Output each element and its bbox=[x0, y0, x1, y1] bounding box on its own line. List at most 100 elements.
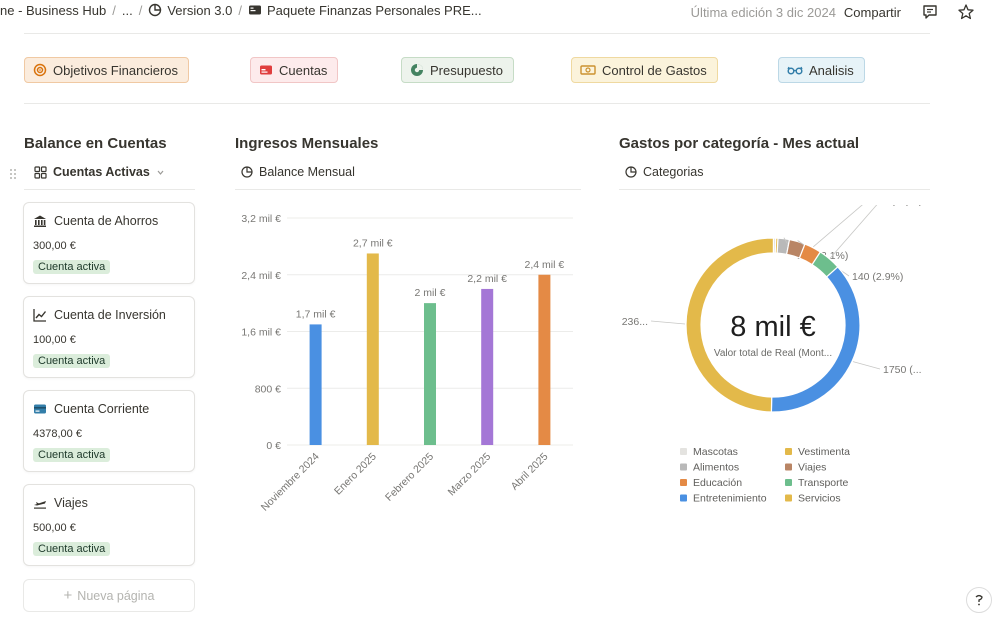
slice-label: 200 (4... bbox=[884, 205, 923, 207]
slice-label: 236... bbox=[622, 316, 648, 328]
drag-handle-icon[interactable] bbox=[9, 168, 17, 180]
bar-data-label: 2,7 mil € bbox=[353, 237, 393, 249]
divider bbox=[24, 33, 930, 34]
bar[interactable] bbox=[481, 288, 494, 445]
view-tab-balance-mensual[interactable]: Balance Mensual bbox=[241, 165, 355, 179]
card-icon bbox=[260, 65, 272, 75]
view-tab-categorias[interactable]: Categorias bbox=[625, 165, 703, 179]
legend-label[interactable]: Transporte bbox=[798, 477, 849, 489]
star-icon[interactable] bbox=[957, 3, 975, 21]
plus-icon: + bbox=[63, 587, 73, 604]
bar[interactable] bbox=[424, 303, 436, 445]
slice-label: 1750 (... bbox=[883, 364, 922, 376]
status-badge: Cuenta activa bbox=[33, 542, 111, 556]
donut-total-value: 8 mil € bbox=[730, 311, 815, 343]
chevron-down-icon bbox=[157, 170, 164, 175]
breadcrumb-workspace[interactable]: ne - Business Hub bbox=[0, 3, 106, 18]
bar-data-label: 2,4 mil € bbox=[525, 259, 565, 271]
breadcrumb: ne - Business Hub / ... / Version 3.0 / … bbox=[0, 3, 482, 18]
slice-leader-line bbox=[852, 361, 881, 370]
nav-analisis[interactable]: Analisis bbox=[778, 57, 865, 83]
account-name: Cuenta de Inversión bbox=[54, 308, 166, 322]
status-badge: Cuenta activa bbox=[33, 260, 111, 274]
nav-label: Control de Gastos bbox=[602, 62, 707, 78]
new-page-label: Nueva página bbox=[77, 588, 155, 603]
breadcrumb-ellipsis[interactable]: ... bbox=[122, 3, 133, 18]
account-card-corriente[interactable]: Cuenta Corriente 4378,00 € Cuenta activa bbox=[23, 390, 195, 472]
legend-swatch bbox=[680, 463, 687, 471]
bar[interactable] bbox=[309, 324, 322, 445]
account-name: Cuenta Corriente bbox=[54, 402, 150, 416]
money-icon bbox=[580, 65, 596, 75]
nav-objetivos-financieros[interactable]: Objetivos Financieros bbox=[24, 57, 189, 83]
legend-label[interactable]: Educación bbox=[693, 477, 742, 489]
card-title: Cuenta Corriente bbox=[33, 402, 149, 416]
glasses-icon bbox=[787, 66, 803, 75]
income-bar-chart: 0 € 800 € 1,6 mil € 2,4 mil € 3,2 mil € 1,7 m… bbox=[241, 213, 573, 514]
card-title: Cuenta de Inversión bbox=[33, 308, 166, 322]
top-bar: ne - Business Hub / ... / Version 3.0 / … bbox=[0, 0, 1005, 22]
legend-label[interactable]: Vestimenta bbox=[798, 446, 850, 458]
slice-leader-line bbox=[813, 205, 863, 248]
legend-label[interactable]: Alimentos bbox=[693, 462, 739, 474]
view-tab-label: Cuentas Activas bbox=[53, 165, 150, 179]
x-tick-label: Enero 2025 bbox=[332, 451, 379, 498]
slice-leader-line bbox=[650, 320, 686, 325]
gallery-icon bbox=[34, 165, 47, 179]
nav-control-de-gastos[interactable]: Control de Gastos bbox=[571, 57, 718, 83]
nav-label: Presupuesto bbox=[430, 62, 503, 78]
breadcrumb-page-label: Paquete Finanzas Personales PRE... bbox=[267, 3, 482, 18]
help-button[interactable] bbox=[966, 587, 992, 613]
new-page-button[interactable]: + Nueva página bbox=[23, 579, 195, 612]
divider bbox=[24, 103, 930, 104]
view-tab-label: Balance Mensual bbox=[259, 165, 355, 179]
legend-swatch bbox=[785, 479, 792, 486]
legend-swatch bbox=[785, 448, 792, 455]
section-title-income: Ingresos Mensuales bbox=[235, 135, 379, 152]
legend-swatch bbox=[785, 463, 792, 471]
nav-presupuesto[interactable]: Presupuesto bbox=[401, 57, 514, 83]
account-value: 100,00 € bbox=[33, 334, 76, 346]
bank-icon bbox=[34, 215, 46, 227]
bar[interactable] bbox=[366, 253, 379, 445]
bar[interactable] bbox=[538, 274, 551, 445]
top-actions: Última edición 3 dic 2024 Compartir bbox=[691, 3, 975, 21]
legend-label[interactable]: Entretenimiento bbox=[693, 493, 767, 505]
legend-label[interactable]: Servicios bbox=[798, 493, 841, 505]
share-button[interactable]: Compartir bbox=[844, 5, 901, 20]
x-tick-label: Abril 2025 bbox=[509, 451, 551, 493]
nav-label: Objetivos Financieros bbox=[53, 62, 178, 78]
bar-data-label: 1,7 mil € bbox=[296, 308, 336, 320]
card-icon bbox=[249, 5, 261, 15]
account-name: Viajes bbox=[54, 496, 88, 510]
slice-label: 140 (2.9%) bbox=[852, 271, 903, 283]
view-tab-cuentas-activas[interactable]: Cuentas Activas bbox=[34, 165, 165, 179]
card-title: Cuenta de Ahorros bbox=[33, 214, 158, 228]
x-tick-label: Febrero 2025 bbox=[383, 451, 436, 504]
account-card-viajes[interactable]: Viajes 500,00 € Cuenta activa bbox=[23, 484, 195, 566]
breadcrumb-version[interactable]: Version 3.0 bbox=[148, 3, 232, 18]
expenses-donut-chart: 100 (2.1%)140 (2.9%)150 (3.2%)200 (4...1… bbox=[622, 205, 923, 505]
nav-label: Analisis bbox=[809, 62, 854, 78]
account-card-inversion[interactable]: Cuenta de Inversión 100,00 € Cuenta acti… bbox=[23, 296, 195, 378]
chart-view-icon bbox=[241, 166, 253, 178]
view-tab-label: Categorias bbox=[643, 165, 704, 179]
last-edited-text: Última edición 3 dic 2024 bbox=[690, 4, 836, 20]
breadcrumb-version-label: Version 3.0 bbox=[167, 3, 233, 18]
legend-swatch bbox=[680, 448, 687, 455]
legend-label[interactable]: Viajes bbox=[798, 462, 826, 474]
view-divider bbox=[24, 189, 195, 190]
breadcrumb-separator: / bbox=[238, 3, 242, 18]
comment-icon[interactable] bbox=[921, 3, 939, 21]
account-card-ahorros[interactable]: Cuenta de Ahorros 300,00 € Cuenta activa bbox=[23, 202, 195, 284]
breadcrumb-page[interactable]: Paquete Finanzas Personales PRE... bbox=[248, 3, 482, 18]
y-tick-label: 800 € bbox=[255, 383, 281, 395]
legend-label[interactable]: Mascotas bbox=[693, 446, 738, 458]
account-name: Cuenta de Ahorros bbox=[54, 214, 159, 228]
legend-swatch bbox=[680, 479, 687, 486]
nav-cuentas[interactable]: Cuentas bbox=[250, 57, 339, 83]
y-tick-label: 3,2 mil € bbox=[241, 213, 281, 225]
help-icon bbox=[975, 594, 983, 606]
bar-data-label: 2 mil € bbox=[415, 287, 446, 299]
y-tick-label: 1,6 mil € bbox=[241, 327, 281, 339]
